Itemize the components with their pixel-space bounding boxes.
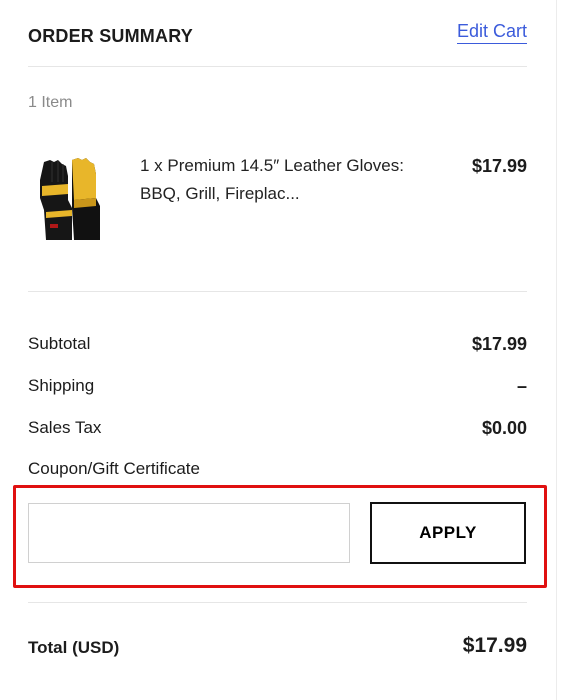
header-divider	[28, 66, 527, 67]
coupon-label: Coupon/Gift Certificate	[28, 459, 200, 478]
total-divider	[28, 602, 527, 603]
sales-tax-value: $0.00	[481, 418, 527, 438]
apply-coupon-button[interactable]: APPLY	[370, 502, 526, 564]
order-summary-title: ORDER SUMMARY	[28, 26, 193, 46]
product-price: $17.99	[471, 156, 527, 176]
shipping-value: –	[516, 376, 527, 396]
order-summary-panel: ORDER SUMMARY Edit Cart 1 Item 1 x Premi…	[0, 0, 561, 700]
sales-tax-row: Sales Tax $0.00	[28, 416, 527, 458]
subtotal-label: Subtotal	[28, 334, 91, 353]
sales-tax-label: Sales Tax	[28, 418, 102, 437]
shipping-row: Shipping –	[28, 374, 527, 416]
leather-gloves-image	[38, 154, 104, 244]
cart-product: 1 x Premium 14.5″ Leather Gloves: BBQ, G…	[28, 152, 527, 262]
shipping-label: Shipping	[28, 376, 95, 395]
grand-total-label: Total (USD)	[28, 638, 120, 657]
panel-border	[556, 0, 557, 700]
item-count: 1 Item	[28, 94, 73, 111]
grand-total-row: Total (USD) $17.99	[28, 634, 527, 664]
totals-list: Subtotal $17.99 Shipping – Sales Tax $0.…	[28, 332, 527, 458]
edit-cart-link[interactable]: Edit Cart	[456, 21, 527, 44]
product-divider	[28, 291, 527, 292]
subtotal-value: $17.99	[471, 334, 527, 354]
order-summary-header: ORDER SUMMARY Edit Cart	[28, 18, 527, 66]
coupon-code-input[interactable]	[28, 503, 350, 563]
product-name: 1 x Premium 14.5″ Leather Gloves: BBQ, G…	[140, 156, 404, 203]
grand-total-value: $17.99	[462, 634, 527, 657]
subtotal-row: Subtotal $17.99	[28, 332, 527, 374]
